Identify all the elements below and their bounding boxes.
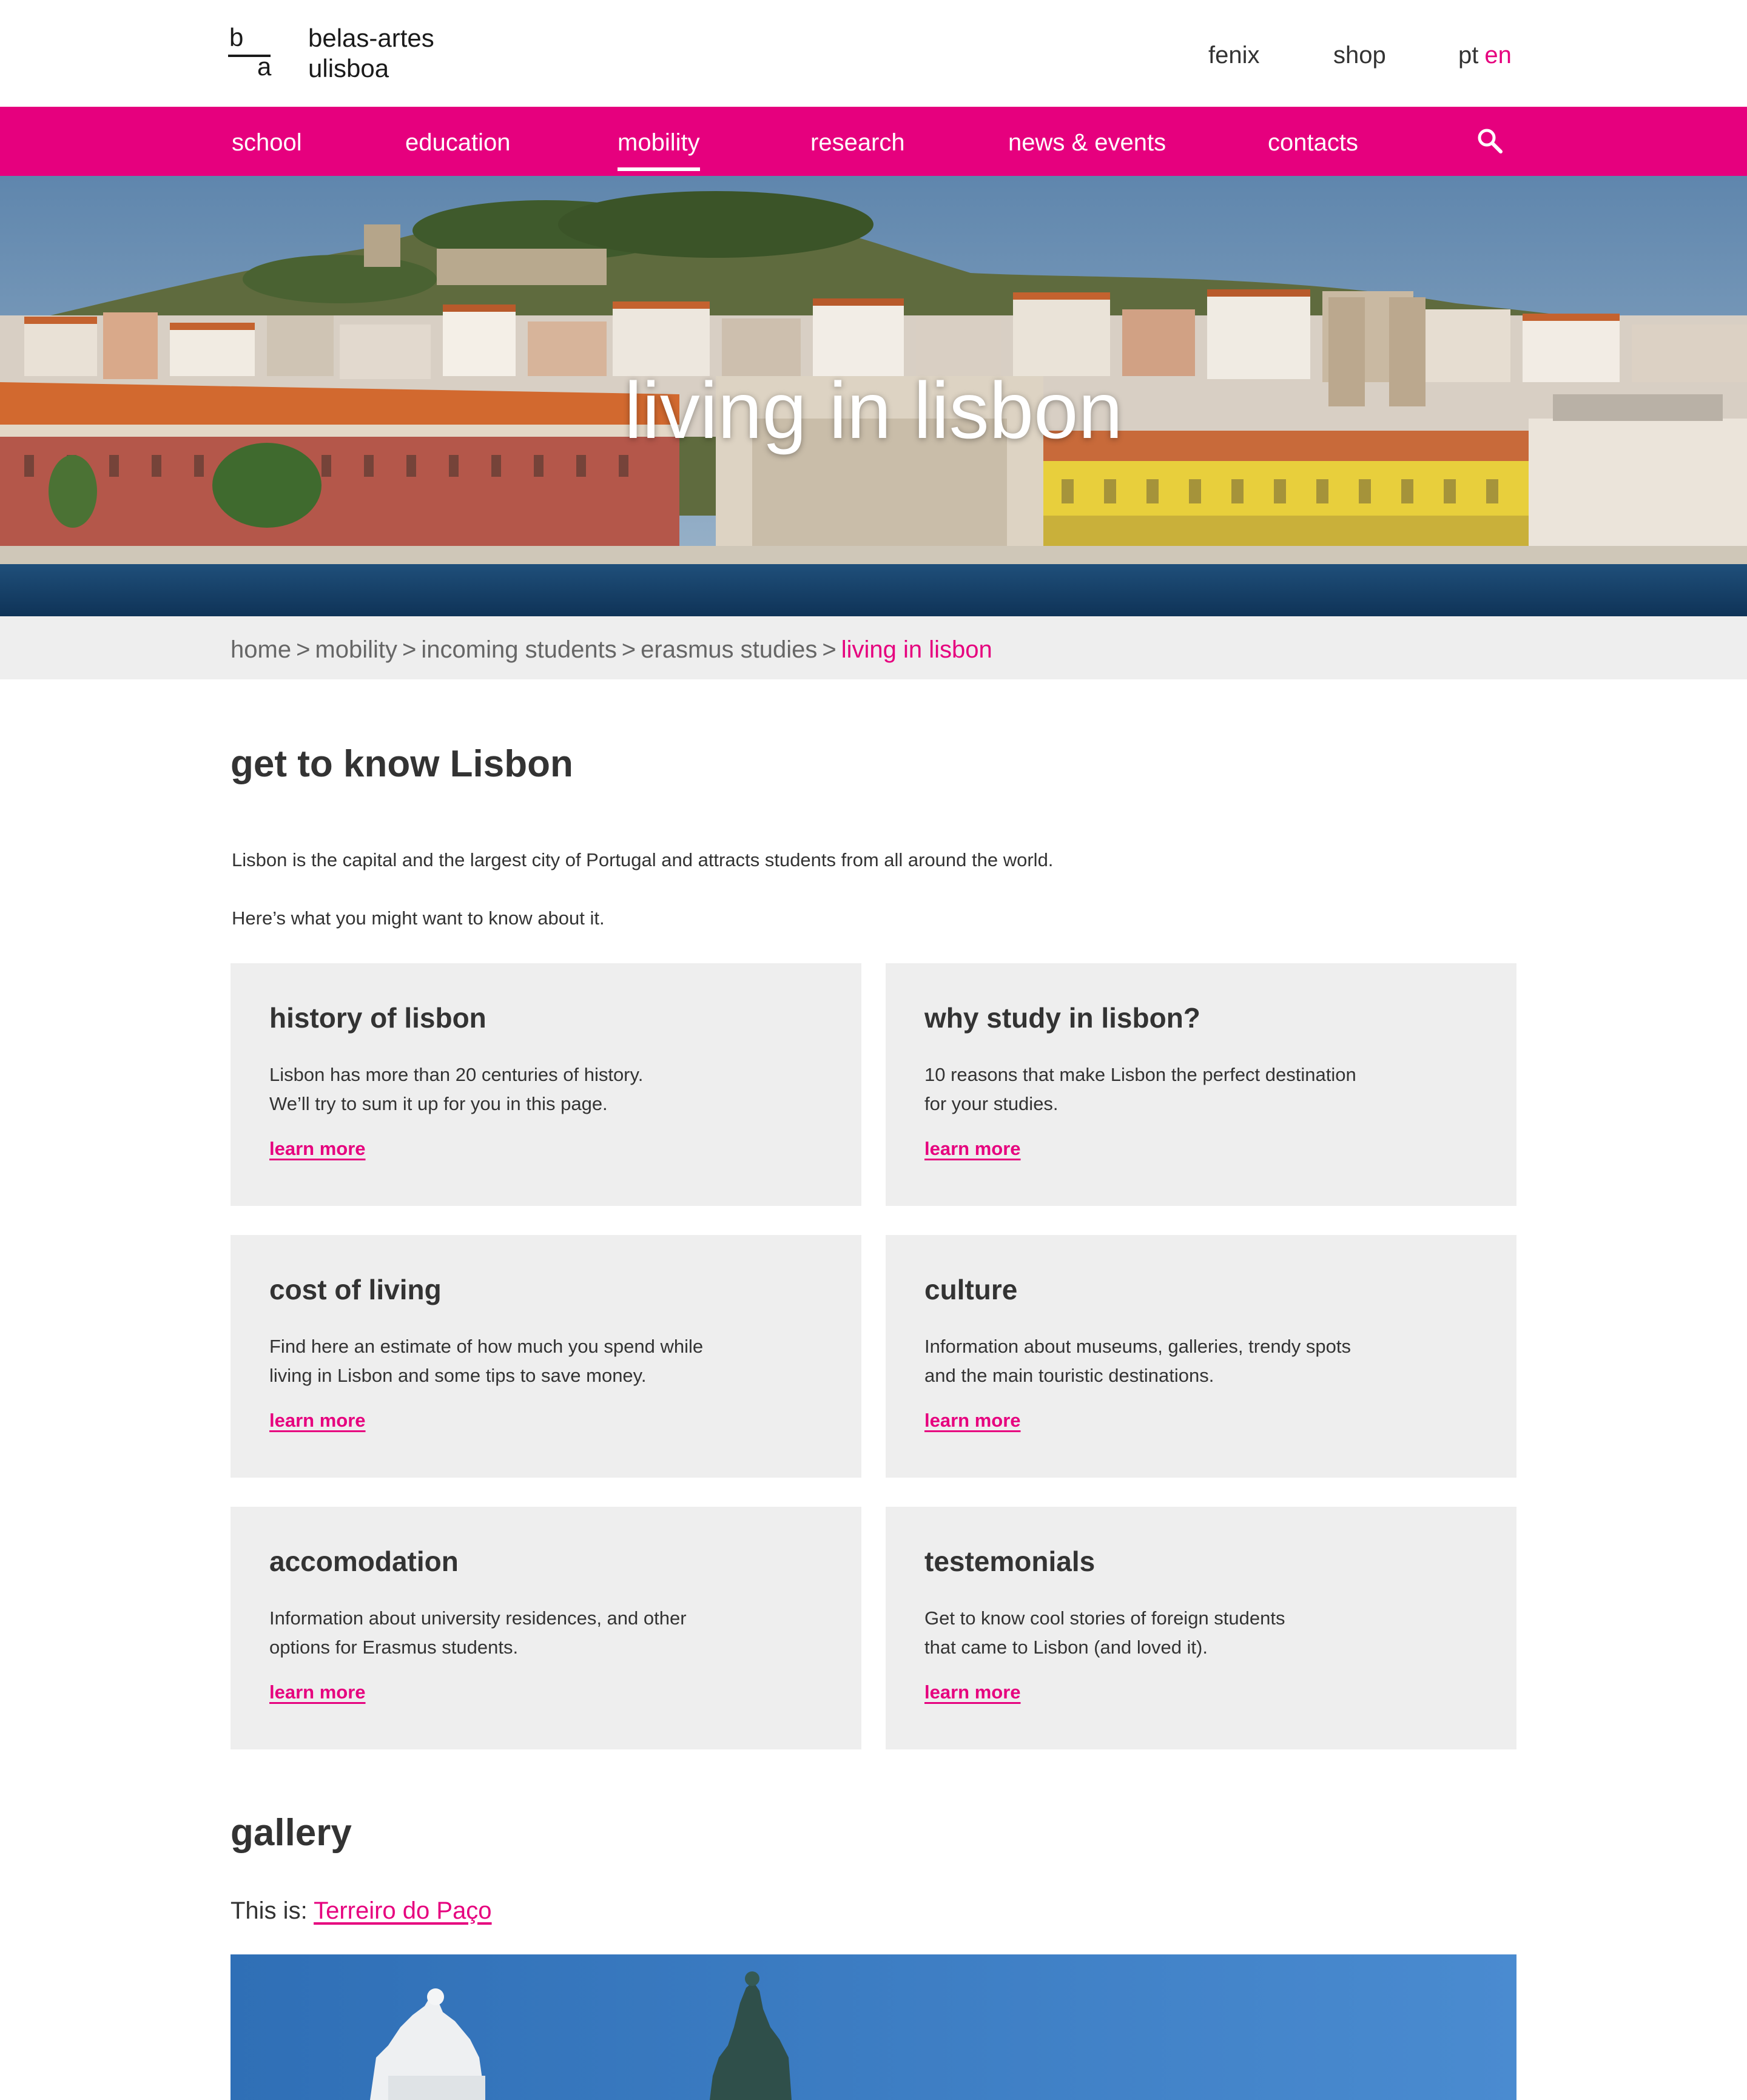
- gallery-title: gallery: [231, 1812, 352, 1854]
- breadcrumb-separator: >: [402, 636, 417, 663]
- learn-more-link[interactable]: learn more: [269, 1137, 366, 1161]
- logo-line-1: belas-artes: [308, 24, 434, 52]
- gallery-caption: This is: Terreiro do Paço: [231, 1895, 492, 1927]
- language-switcher: pt en: [1458, 40, 1512, 70]
- card-title: cost of living: [269, 1274, 442, 1305]
- card-testemonials: testemonials Get to know cool stories of…: [886, 1507, 1516, 1749]
- intro-paragraph-2: Here’s what you might want to know about…: [232, 907, 605, 929]
- nav-item-mobility[interactable]: mobility: [618, 127, 700, 171]
- nav-item-research[interactable]: research: [810, 127, 905, 158]
- card-title: testemonials: [924, 1546, 1096, 1577]
- card-cost-of-living: cost of living Find here an estimate of …: [231, 1235, 861, 1478]
- site-header: b a belas-artes ulisboa fenix shop pt en: [0, 0, 1747, 107]
- logo-mark-b: b: [229, 23, 244, 52]
- nav-item-contacts[interactable]: contacts: [1268, 127, 1358, 158]
- card-title: history of lisbon: [269, 1002, 486, 1034]
- page-title: get to know Lisbon: [231, 743, 573, 785]
- card-text: Get to know cool stories of foreign stud…: [924, 1607, 1285, 1658]
- breadcrumb: home > mobility > incoming students > erasmus …: [0, 616, 1747, 679]
- breadcrumb-mobility[interactable]: mobility: [315, 636, 397, 663]
- breadcrumb-erasmus-studies[interactable]: erasmus studies: [641, 636, 817, 663]
- gallery-caption-link[interactable]: Terreiro do Paço: [314, 1897, 491, 1924]
- hero-banner: living in lisbon: [0, 176, 1747, 616]
- logo-wordmark[interactable]: belas-artes ulisboa: [308, 23, 434, 84]
- logo-mark-a: a: [257, 52, 272, 81]
- card-text: Lisbon has more than 20 centuries of his…: [269, 1064, 644, 1114]
- nav-item-school[interactable]: school: [232, 127, 302, 158]
- card-text: 10 reasons that make Lisbon the perfect …: [924, 1064, 1356, 1114]
- gallery-caption-prefix: This is:: [231, 1897, 308, 1924]
- intro-paragraph-1: Lisbon is the capital and the largest ci…: [232, 849, 1054, 870]
- gallery-image[interactable]: [231, 1954, 1516, 2100]
- card-text: Find here an estimate of how much you sp…: [269, 1336, 704, 1386]
- card-title: culture: [924, 1274, 1018, 1305]
- breadcrumb-separator: >: [621, 636, 636, 663]
- search-icon[interactable]: [1475, 126, 1504, 155]
- shop-link[interactable]: shop: [1333, 40, 1386, 70]
- fenix-link[interactable]: fenix: [1208, 40, 1260, 70]
- breadcrumb-home[interactable]: home: [231, 636, 291, 663]
- card-culture: culture Information about museums, galle…: [886, 1235, 1516, 1478]
- learn-more-link[interactable]: learn more: [269, 1408, 366, 1433]
- hero-title: living in lisbon: [624, 366, 1123, 455]
- card-history: history of lisbon Lisbon has more than 2…: [231, 963, 861, 1206]
- learn-more-link[interactable]: learn more: [924, 1408, 1021, 1433]
- learn-more-link[interactable]: learn more: [269, 1680, 366, 1705]
- terreiro-do-paco-photo: [231, 1954, 1516, 2100]
- learn-more-link[interactable]: learn more: [924, 1137, 1021, 1161]
- nav-item-education[interactable]: education: [405, 127, 510, 158]
- main-nav: school education mobility research news …: [0, 107, 1747, 176]
- lang-pt-link[interactable]: pt: [1458, 42, 1478, 69]
- logo-mark[interactable]: b a: [228, 23, 272, 81]
- breadcrumb-current: living in lisbon: [841, 636, 992, 663]
- breadcrumb-incoming-students[interactable]: incoming students: [421, 636, 616, 663]
- learn-more-link[interactable]: learn more: [924, 1680, 1021, 1705]
- logo-line-2: ulisboa: [308, 54, 389, 82]
- card-title: why study in lisbon?: [924, 1002, 1200, 1034]
- card-text: Information about museums, galleries, tr…: [924, 1336, 1351, 1386]
- breadcrumb-separator: >: [822, 636, 836, 663]
- card-text: Information about university residences,…: [269, 1607, 687, 1658]
- breadcrumb-separator: >: [296, 636, 311, 663]
- card-accomodation: accomodation Information about universit…: [231, 1507, 861, 1749]
- nav-item-news-events[interactable]: news & events: [1008, 127, 1166, 158]
- card-why-study: why study in lisbon? 10 reasons that mak…: [886, 963, 1516, 1206]
- card-title: accomodation: [269, 1546, 459, 1577]
- lang-en-link[interactable]: en: [1484, 42, 1512, 69]
